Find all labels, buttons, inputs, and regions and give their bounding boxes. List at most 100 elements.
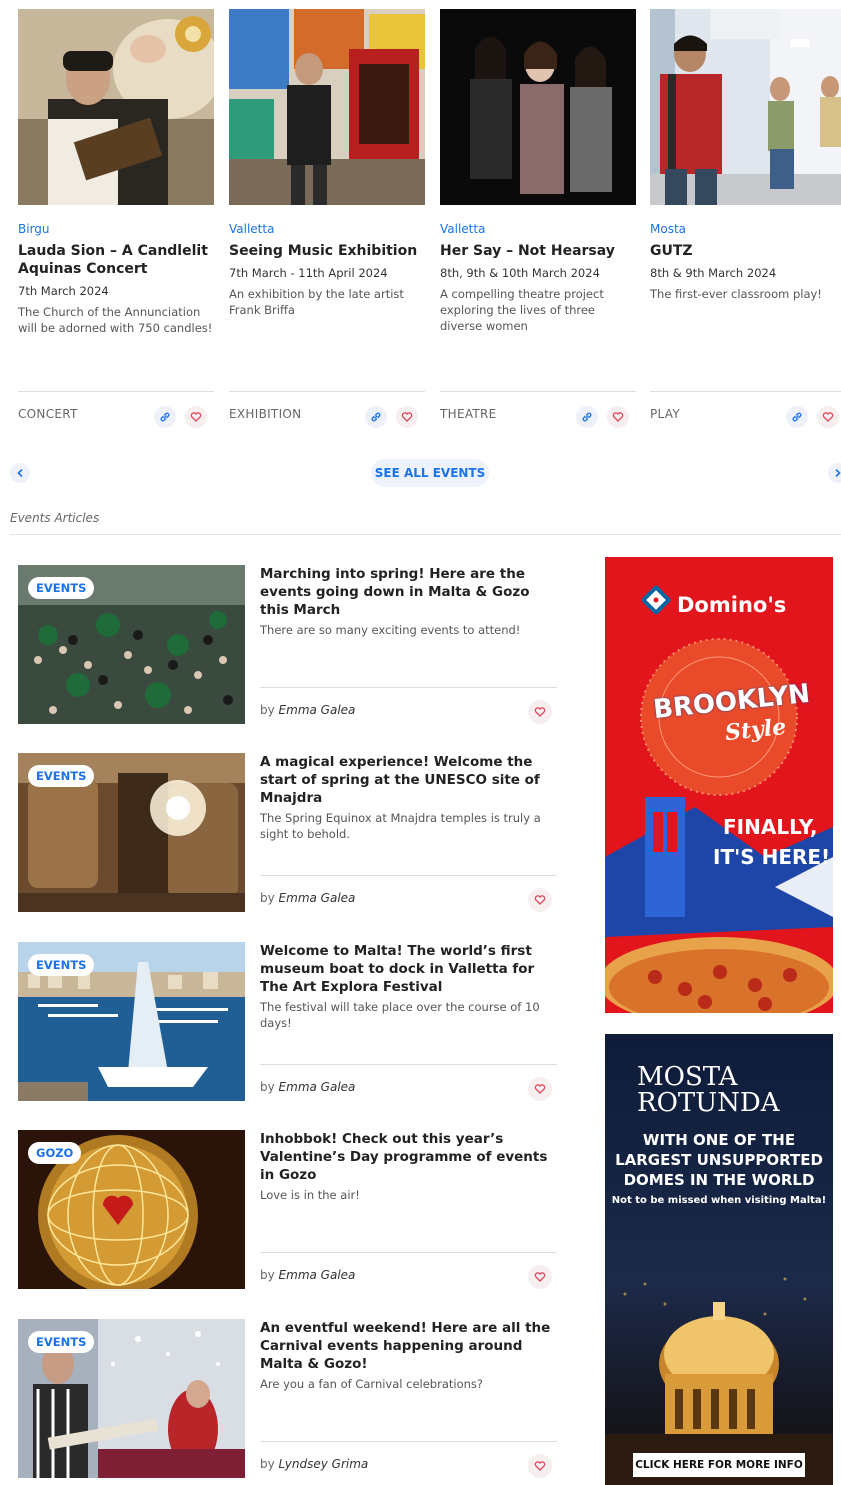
article-author[interactable]: Emma Galea (279, 891, 356, 905)
heart-icon[interactable] (607, 406, 629, 428)
article-item[interactable]: EVENTS A magical experience! Welcome the… (18, 753, 558, 913)
event-title[interactable]: GUTZ 8th & 9th March 2024 The first-ever… (650, 242, 841, 302)
article-title[interactable]: A magical experience! Welcome the start … (260, 753, 560, 842)
event-date: 8th & 9th March 2024 (650, 266, 777, 280)
link-icon[interactable] (786, 406, 808, 428)
heart-icon[interactable] (528, 1077, 552, 1101)
article-title-text[interactable]: Welcome to Malta! The world’s first muse… (260, 942, 560, 996)
article-title-text[interactable]: An eventful weekend! Here are all the Ca… (260, 1319, 560, 1373)
article-item[interactable]: EVENTS Welcome to Malta! The world’s fir… (18, 942, 558, 1102)
article-byline: by Lyndsey Grima (260, 1457, 368, 1471)
byline-prefix: by (260, 891, 275, 905)
headline-line-1: WITH ONE OF THE (642, 1131, 796, 1149)
heart-icon[interactable] (528, 700, 552, 724)
heart-icon[interactable] (817, 406, 839, 428)
event-date: 8th, 9th & 10th March 2024 (440, 266, 600, 280)
event-category[interactable]: PLAY (650, 407, 680, 421)
ad-headline: IT'S HERE! (713, 845, 831, 869)
headline-line-3: DOMES IN THE WORLD (623, 1171, 815, 1189)
chevron-right-icon[interactable] (828, 463, 841, 483)
article-title-text[interactable]: Marching into spring! Here are the event… (260, 565, 560, 619)
article-item[interactable]: EVENTS An eventful weekend! Here are all… (18, 1319, 558, 1479)
event-date: 7th March 2024 (18, 284, 109, 298)
divider (260, 875, 557, 876)
heart-icon[interactable] (528, 1265, 552, 1289)
divider (260, 1441, 557, 1442)
article-description: The festival will take place over the co… (260, 1000, 540, 1030)
ad-headline: WITH ONE OF THE LARGEST UNSUPPORTED DOME… (605, 1130, 833, 1190)
event-title[interactable]: Seeing Music Exhibition 7th March - 11th… (229, 242, 429, 318)
article-title[interactable]: Welcome to Malta! The world’s first muse… (260, 942, 560, 1031)
article-title-text[interactable]: A magical experience! Welcome the start … (260, 753, 560, 807)
article-tag[interactable]: EVENTS (28, 765, 95, 787)
event-title-text[interactable]: GUTZ (650, 242, 841, 260)
event-location[interactable]: Valletta (229, 222, 274, 236)
event-image[interactable] (229, 9, 425, 205)
event-title-text[interactable]: Lauda Sion – A Candlelit Aquinas Concert (18, 242, 218, 278)
divider (650, 391, 841, 392)
event-category[interactable]: CONCERT (18, 407, 78, 421)
carousel-nav: SEE ALL EVENTS (0, 455, 841, 491)
events-carousel: Birgu Lauda Sion – A Candlelit Aquinas C… (0, 0, 841, 440)
divider (260, 687, 557, 688)
event-description: The first-ever classroom play! (650, 287, 822, 301)
event-title[interactable]: Lauda Sion – A Candlelit Aquinas Concert… (18, 242, 218, 336)
event-image[interactable] (18, 9, 214, 205)
event-title-text[interactable]: Seeing Music Exhibition (229, 242, 429, 260)
article-title[interactable]: Marching into spring! Here are the event… (260, 565, 560, 638)
article-description: Are you a fan of Carnival celebrations? (260, 1377, 483, 1391)
byline-prefix: by (260, 1080, 275, 1094)
article-tag[interactable]: GOZO (28, 1142, 82, 1164)
divider (260, 1252, 557, 1253)
link-icon[interactable] (365, 406, 387, 428)
article-tag[interactable]: EVENTS (28, 577, 95, 599)
section-title: Events Articles (10, 511, 100, 525)
mosta-rotunda-ad[interactable]: MOSTA ROTUNDA WITH ONE OF THE LARGEST UN… (605, 1034, 833, 1485)
divider (18, 391, 214, 392)
link-icon[interactable] (576, 406, 598, 428)
article-byline: by Emma Galea (260, 1268, 355, 1282)
article-tag[interactable]: EVENTS (28, 1331, 95, 1353)
article-title[interactable]: Inhobbok! Check out this year’s Valentin… (260, 1130, 560, 1203)
event-description: The Church of the Annunciation will be a… (18, 305, 213, 335)
chevron-left-icon[interactable] (10, 463, 30, 483)
event-location[interactable]: Mosta (650, 222, 686, 236)
article-item[interactable]: EVENTS Marching into spring! Here are th… (18, 565, 558, 725)
heart-icon[interactable] (185, 406, 207, 428)
event-location[interactable]: Birgu (18, 222, 50, 236)
see-all-events-button[interactable]: SEE ALL EVENTS (371, 459, 489, 487)
event-title[interactable]: Her Say – Not Hearsay 8th, 9th & 10th Ma… (440, 242, 640, 334)
event-image[interactable] (440, 9, 636, 205)
event-description: An exhibition by the late artist Frank B… (229, 287, 404, 317)
article-title-text[interactable]: Inhobbok! Check out this year’s Valentin… (260, 1130, 560, 1184)
article-author[interactable]: Lyndsey Grima (279, 1457, 369, 1471)
heart-icon[interactable] (396, 406, 418, 428)
article-author[interactable]: Emma Galea (279, 1268, 356, 1282)
heart-icon[interactable] (528, 1454, 552, 1478)
article-author[interactable]: Emma Galea (279, 703, 356, 717)
article-tag[interactable]: EVENTS (28, 954, 95, 976)
mosta-logo: MOSTA ROTUNDA (637, 1064, 780, 1116)
article-image[interactable]: EVENTS (18, 942, 245, 1101)
divider (440, 391, 636, 392)
dominos-ad[interactable]: Domino's BROOKLYN Style FINALLY, IT'S HE… (605, 557, 833, 1013)
event-image[interactable] (650, 9, 841, 205)
article-image[interactable]: EVENTS (18, 753, 245, 912)
article-description: Love is in the air! (260, 1188, 360, 1202)
article-image[interactable]: GOZO (18, 1130, 245, 1289)
event-description: A compelling theatre project exploring t… (440, 287, 604, 333)
heart-icon[interactable] (528, 888, 552, 912)
article-byline: by Emma Galea (260, 891, 355, 905)
article-image[interactable]: EVENTS (18, 565, 245, 724)
event-category[interactable]: THEATRE (440, 407, 497, 421)
article-image[interactable]: EVENTS (18, 1319, 245, 1478)
article-author[interactable]: Emma Galea (279, 1080, 356, 1094)
article-item[interactable]: GOZO Inhobbok! Check out this year’s Val… (18, 1130, 558, 1290)
click-for-more-info-button[interactable]: CLICK HERE FOR MORE INFO (633, 1453, 805, 1477)
event-category[interactable]: EXHIBITION (229, 407, 301, 421)
article-title[interactable]: An eventful weekend! Here are all the Ca… (260, 1319, 560, 1392)
link-icon[interactable] (154, 406, 176, 428)
event-title-text[interactable]: Her Say – Not Hearsay (440, 242, 640, 260)
article-byline: by Emma Galea (260, 703, 355, 717)
event-location[interactable]: Valletta (440, 222, 485, 236)
